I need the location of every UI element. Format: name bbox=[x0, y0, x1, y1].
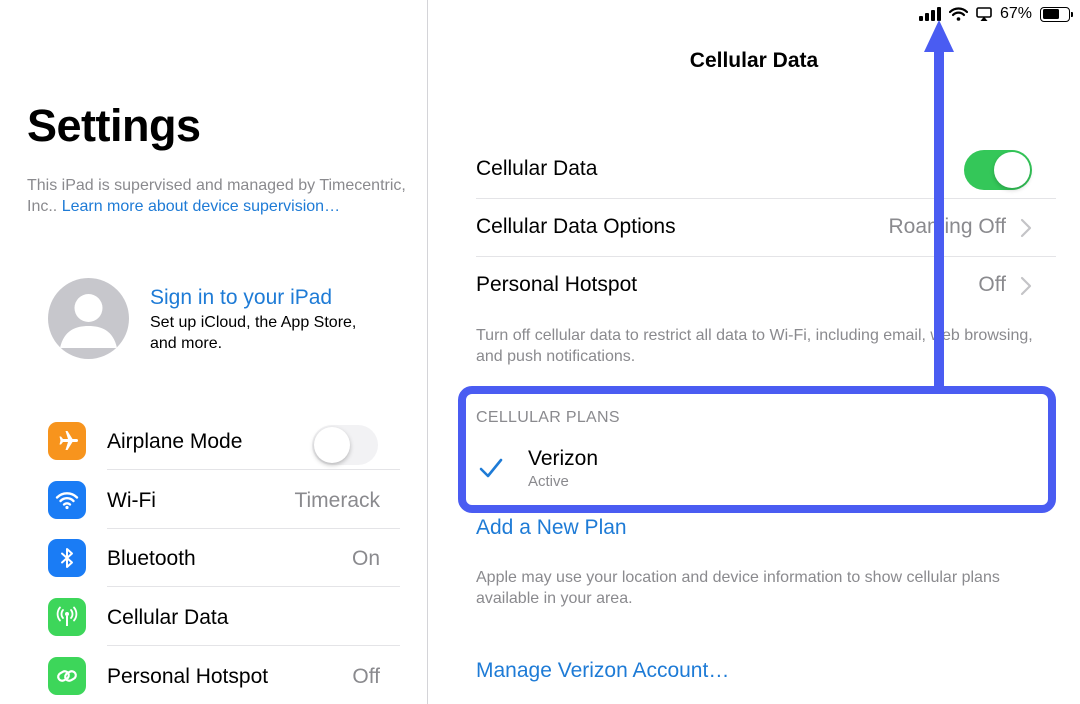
sidebar-item-value: On bbox=[351, 547, 380, 570]
wifi-icon bbox=[48, 481, 86, 519]
antenna-icon bbox=[48, 598, 86, 636]
sign-in-link[interactable]: Sign in to your iPad bbox=[150, 285, 332, 311]
sidebar-item-label: Bluetooth bbox=[107, 547, 196, 570]
sidebar-title: Settings bbox=[27, 100, 201, 151]
supervision-notice: This iPad is supervised and managed by T… bbox=[27, 175, 407, 217]
row-label: Personal Hotspot bbox=[476, 273, 638, 296]
cellular-data-row: Cellular Data bbox=[476, 141, 1056, 199]
row-label: Cellular Data bbox=[476, 157, 598, 180]
split-view-divider bbox=[427, 0, 428, 704]
chevron-right-icon bbox=[1020, 276, 1032, 296]
sidebar-item-value: Timerack bbox=[294, 489, 380, 512]
sidebar-item-personal-hotspot[interactable]: Personal Hotspot Off bbox=[48, 647, 400, 704]
manage-verizon-account-link[interactable]: Manage Verizon Account… bbox=[476, 658, 729, 684]
sidebar-item-label: Airplane Mode bbox=[107, 430, 243, 453]
cellular-data-footnote: Turn off cellular data to restrict all d… bbox=[476, 327, 1033, 365]
row-value: Roaming Off bbox=[888, 215, 1007, 238]
sidebar-item-bluetooth[interactable]: Bluetooth On bbox=[48, 529, 400, 587]
settings-sidebar: Settings This iPad is supervised and man… bbox=[0, 0, 427, 704]
sidebar-item-label: Cellular Data bbox=[107, 606, 229, 629]
hotspot-icon bbox=[48, 657, 86, 695]
row-value: Off bbox=[978, 273, 1006, 296]
airplane-icon bbox=[48, 422, 86, 460]
cellular-data-toggle[interactable] bbox=[964, 150, 1032, 190]
personal-hotspot-row[interactable]: Personal Hotspot Off bbox=[476, 257, 1056, 315]
sidebar-item-wifi[interactable]: Wi-Fi Timerack bbox=[48, 471, 400, 529]
annotation-highlight-box bbox=[458, 386, 1056, 513]
wifi-icon bbox=[948, 7, 968, 21]
chevron-right-icon bbox=[1020, 218, 1032, 238]
plans-footnote: Apple may use your location and device i… bbox=[476, 569, 1000, 607]
supervision-learn-more-link[interactable]: Learn more about device supervision… bbox=[62, 198, 340, 215]
sidebar-item-label: Wi-Fi bbox=[107, 489, 156, 512]
battery-icon bbox=[1040, 6, 1073, 22]
sidebar-item-airplane-mode[interactable]: Airplane Mode bbox=[48, 412, 400, 470]
status-bar: 67% bbox=[918, 4, 1073, 24]
sidebar-item-cellular-data[interactable]: Cellular Data bbox=[48, 588, 400, 646]
avatar[interactable] bbox=[48, 278, 129, 359]
sign-in-subtitle: Set up iCloud, the App Store, and more. bbox=[150, 314, 357, 352]
cellular-signal-icon bbox=[918, 7, 941, 21]
cellular-data-options-row[interactable]: Cellular Data Options Roaming Off bbox=[476, 199, 1056, 257]
airplane-mode-toggle[interactable] bbox=[312, 425, 378, 465]
person-silhouette-icon bbox=[60, 294, 117, 348]
page-title: Cellular Data bbox=[689, 49, 819, 72]
row-label: Cellular Data Options bbox=[476, 215, 676, 238]
sidebar-item-value: Off bbox=[352, 665, 380, 688]
airplay-icon bbox=[976, 7, 992, 21]
bluetooth-icon bbox=[48, 539, 86, 577]
add-new-plan-link[interactable]: Add a New Plan bbox=[476, 515, 627, 541]
sidebar-item-label: Personal Hotspot bbox=[107, 665, 269, 688]
battery-percentage: 67% bbox=[999, 5, 1032, 22]
